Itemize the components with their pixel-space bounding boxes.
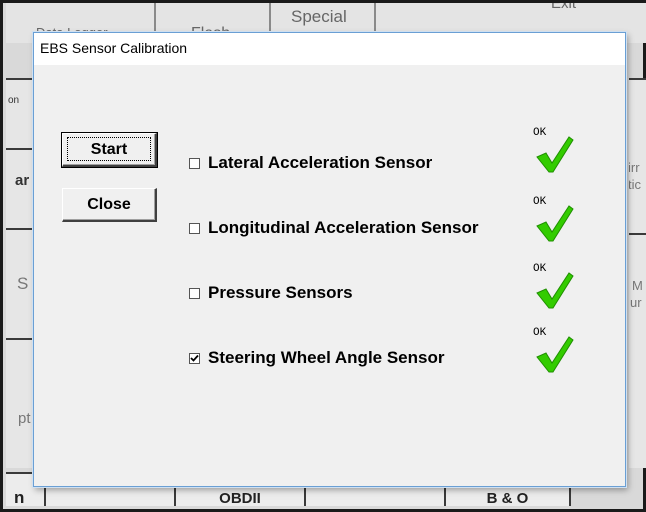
longitudinal-acceleration-checkbox[interactable] bbox=[189, 222, 200, 234]
sensor-row-pressure[interactable]: Pressure Sensors bbox=[189, 283, 353, 303]
dialog-titlebar[interactable]: EBS Sensor Calibration bbox=[34, 33, 625, 65]
dialog-title: EBS Sensor Calibration bbox=[40, 40, 188, 56]
pressure-status-ok: OK bbox=[531, 263, 577, 309]
green-checkmark-icon bbox=[536, 336, 574, 373]
dialog-client-area: Start Close Lateral Acceleration Sensor … bbox=[34, 65, 625, 486]
steering-status-ok: OK bbox=[531, 327, 577, 373]
green-checkmark-icon bbox=[536, 205, 574, 242]
checkmark-icon bbox=[190, 354, 199, 362]
sensor-row-lateral[interactable]: Lateral Acceleration Sensor bbox=[189, 153, 432, 173]
lateral-acceleration-checkbox[interactable] bbox=[189, 157, 200, 169]
bg-right-cell-1: irr tic bbox=[629, 78, 646, 233]
steering-wheel-angle-checkbox[interactable] bbox=[189, 352, 200, 364]
start-button[interactable]: Start bbox=[61, 132, 158, 168]
green-checkmark-icon bbox=[536, 272, 574, 309]
sensor-row-steering[interactable]: Steering Wheel Angle Sensor bbox=[189, 348, 444, 368]
sensor-row-longitudinal[interactable]: Longitudinal Acceleration Sensor bbox=[189, 218, 478, 238]
lateral-status-ok: OK bbox=[531, 127, 577, 173]
ebs-sensor-calibration-dialog: EBS Sensor Calibration Start Close Later… bbox=[33, 32, 626, 487]
pressure-sensors-checkbox[interactable] bbox=[189, 287, 200, 299]
bg-right-cell-2: M ur bbox=[629, 233, 646, 468]
green-checkmark-icon bbox=[536, 136, 574, 173]
longitudinal-status-ok: OK bbox=[531, 196, 577, 242]
close-button[interactable]: Close bbox=[62, 188, 157, 222]
